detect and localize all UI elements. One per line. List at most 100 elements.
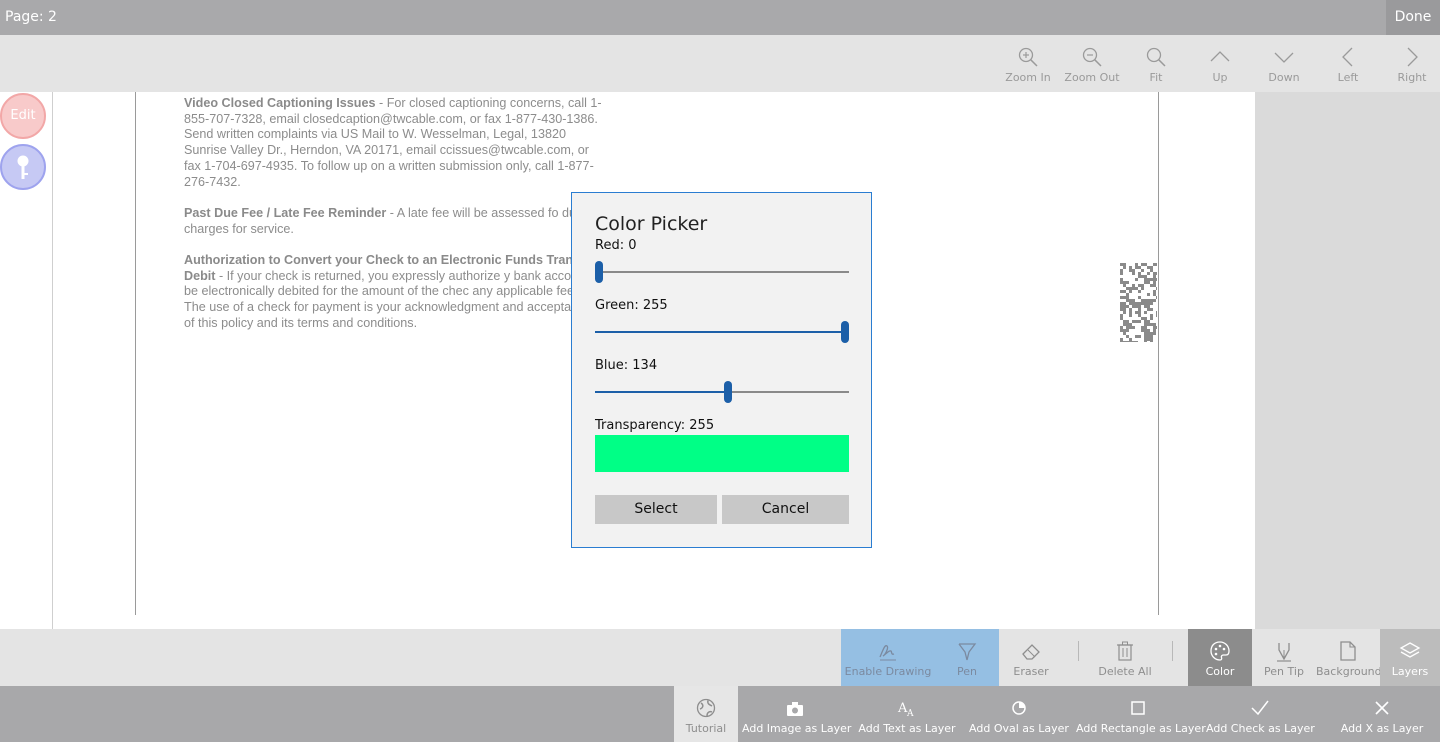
pen-button[interactable]: Pen [935,629,999,686]
x-icon [1375,701,1389,715]
eraser-icon [1022,644,1040,660]
key-button[interactable] [0,144,46,190]
paragraph-check-conversion: Authorization to Convert your Check to a… [184,253,604,332]
paragraph-captioning: Video Closed Captioning Issues - For clo… [184,96,604,190]
pen-icon [958,643,977,661]
globe-icon [696,698,716,718]
add-image-layer-label: Add Image as Layer [742,722,852,735]
check-icon [1251,700,1269,716]
add-check-layer-button[interactable]: Add Check as Layer [1206,686,1315,742]
done-button[interactable]: Done [1386,0,1440,35]
left-button[interactable]: Left [1316,35,1380,92]
color-preview [595,435,849,472]
right-label: Right [1397,71,1427,84]
down-label: Down [1268,71,1300,84]
toolbar-separator [1172,641,1173,661]
slider-fill [595,391,728,393]
edit-button[interactable]: Edit [0,93,46,139]
layer-toolbar: Tutorial Add Image as Layer AA Add Text … [0,686,1440,742]
slider-thumb[interactable] [724,381,732,403]
zoom-out-icon [1082,47,1102,67]
camera-icon [787,702,803,716]
color-picker-dialog: Color Picker Red: 0 Green: 255 Blue: 134… [571,192,872,548]
background-button[interactable]: Background [1316,629,1382,686]
add-x-layer-button[interactable]: Add X as Layer [1340,686,1424,742]
fit-button[interactable]: Fit [1124,35,1188,92]
paragraph-heading: Video Closed Captioning Issues [184,96,376,110]
layers-label: Layers [1391,665,1429,678]
down-button[interactable]: Down [1252,35,1316,92]
add-x-layer-label: Add X as Layer [1340,722,1424,735]
document-background [1255,92,1440,629]
up-button[interactable]: Up [1188,35,1252,92]
drawing-toolbar: Enable Drawing Pen Eraser Delete All Col… [0,629,1440,686]
add-check-layer-label: Add Check as Layer [1206,722,1315,735]
paragraph-late-fee: Past Due Fee / Late Fee Reminder - A lat… [184,206,604,237]
cancel-button[interactable]: Cancel [722,495,849,524]
signature-pen-icon [879,644,896,661]
navigation-toolbar: Zoom In Zoom Out Fit Up Down Left Right [0,35,1440,92]
page-left-margin [135,92,136,615]
delete-all-button[interactable]: Delete All [1090,629,1160,686]
document-text: Video Closed Captioning Issues - For clo… [184,96,604,347]
enable-drawing-button[interactable]: Enable Drawing [841,629,935,686]
tutorial-button[interactable]: Tutorial [674,686,738,742]
eraser-button[interactable]: Eraser [999,629,1063,686]
layers-icon [1399,642,1421,658]
slider-track [595,271,849,273]
green-label: Green: 255 [595,298,668,313]
red-slider[interactable] [595,260,849,284]
dialog-title: Color Picker [595,213,708,235]
layers-button[interactable]: Layers [1380,629,1440,686]
paragraph-heading: Past Due Fee / Late Fee Reminder [184,205,387,220]
enable-drawing-label: Enable Drawing [844,665,932,678]
toolbar-separator [1078,641,1079,661]
eraser-label: Eraser [1013,665,1049,678]
slider-thumb[interactable] [841,321,849,343]
palette-icon [1210,641,1230,661]
add-oval-layer-button[interactable]: Add Oval as Layer [968,686,1070,742]
barcode-image [1120,263,1157,342]
chevron-left-icon [1342,47,1353,67]
paragraph-body: - If your check is returned, you express… [184,268,603,330]
right-button[interactable]: Right [1380,35,1440,92]
up-label: Up [1212,71,1228,84]
slider-thumb[interactable] [595,261,603,283]
green-slider[interactable] [595,320,849,344]
svg-text:A: A [906,709,914,719]
tutorial-label: Tutorial [685,722,727,735]
add-text-layer-label: Add Text as Layer [858,722,956,735]
add-text-layer-button[interactable]: AA Add Text as Layer [858,686,956,742]
rectangle-icon [1131,701,1145,715]
add-oval-layer-label: Add Oval as Layer [969,722,1069,735]
slider-fill [595,331,845,333]
search-icon [1146,47,1166,67]
top-bar: Page: 2 Done [0,0,1440,35]
blue-slider[interactable] [595,380,849,404]
delete-all-label: Delete All [1098,665,1152,678]
blue-label: Blue: 134 [595,358,658,373]
page-right-margin [1158,92,1159,615]
red-label: Red: 0 [595,238,637,253]
text-icon: AA [897,701,914,719]
left-label: Left [1337,71,1359,84]
pen-label: Pen [957,665,977,678]
key-icon [17,155,29,179]
select-button[interactable]: Select [595,495,717,524]
zoom-out-label: Zoom Out [1064,71,1120,84]
pen-tip-icon [1277,643,1291,662]
pen-tip-label: Pen Tip [1264,665,1304,678]
color-label: Color [1205,665,1235,678]
zoom-in-button[interactable]: Zoom In [996,35,1060,92]
zoom-in-icon [1018,47,1038,67]
background-label: Background [1316,665,1382,678]
pen-tip-button[interactable]: Pen Tip [1252,629,1316,686]
zoom-in-label: Zoom In [1005,71,1051,84]
transparency-label: Transparency: 255 [595,418,715,433]
add-image-layer-button[interactable]: Add Image as Layer [742,686,852,742]
color-button[interactable]: Color [1188,629,1252,686]
add-rectangle-layer-button[interactable]: Add Rectangle as Layer [1076,686,1206,742]
zoom-out-button[interactable]: Zoom Out [1060,35,1124,92]
chevron-right-icon [1407,47,1418,67]
chevron-up-icon [1210,51,1230,62]
